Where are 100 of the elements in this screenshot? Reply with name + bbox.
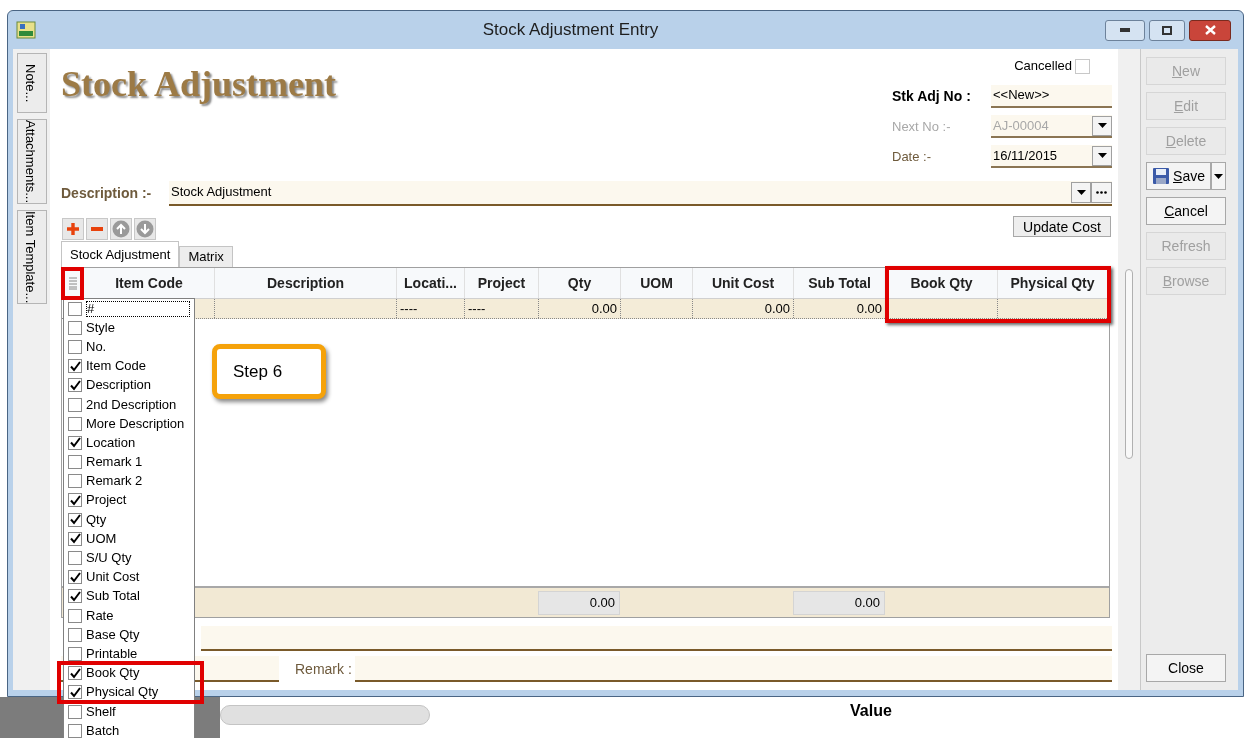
remove-row-button[interactable] (86, 218, 108, 240)
app-icon[interactable] (16, 20, 36, 40)
save-button[interactable]: Save (1146, 162, 1211, 190)
total-cell: 0.00 (538, 590, 620, 615)
checkbox[interactable] (68, 378, 82, 393)
text-field[interactable]: <<New>> (991, 84, 1112, 108)
checkbox[interactable] (68, 339, 82, 354)
checkbox[interactable] (68, 551, 82, 566)
check-icon (69, 514, 81, 526)
column-header[interactable]: Description (214, 268, 396, 298)
check-icon (69, 533, 81, 545)
check-icon (69, 590, 81, 602)
minimize-icon (1120, 28, 1130, 32)
menu-item[interactable]: Physical Qty (64, 685, 194, 700)
check-icon (69, 571, 81, 583)
menu-item[interactable]: Qty (64, 512, 194, 527)
cancelled-checkbox[interactable] (1075, 58, 1090, 74)
menu-item[interactable]: Location (64, 435, 194, 450)
plus-icon (67, 223, 79, 235)
menu-item[interactable]: Unit Cost (64, 570, 194, 585)
side-tab[interactable]: Note... (16, 53, 47, 113)
remark-field[interactable] (355, 656, 1112, 682)
description-field[interactable]: Stock Adjustment (169, 180, 1112, 206)
checkbox[interactable] (68, 493, 82, 508)
menu-item[interactable]: Remark 2 (64, 474, 194, 489)
menu-item[interactable]: S/U Qty (64, 551, 194, 566)
close-window-button[interactable]: Close (1146, 654, 1226, 682)
checkbox[interactable] (68, 531, 82, 546)
text-field[interactable] (201, 626, 1112, 651)
menu-item[interactable]: More Description (64, 416, 194, 431)
menu-item[interactable]: Sub Total (64, 589, 194, 604)
tab[interactable]: Matrix (179, 246, 233, 267)
column-header[interactable]: Physical Qty (997, 268, 1107, 298)
checkbox[interactable] (68, 589, 82, 604)
checkbox[interactable] (68, 397, 82, 412)
checkbox[interactable] (68, 301, 82, 316)
column-header[interactable]: UOM (620, 268, 692, 298)
ellipsis-icon (1096, 190, 1107, 194)
more-button[interactable] (1091, 181, 1112, 203)
highlight-frame (61, 267, 84, 300)
add-row-button[interactable] (62, 218, 84, 240)
side-tab[interactable]: Attachments... (16, 119, 47, 205)
move-down-button[interactable] (134, 218, 156, 240)
column-header[interactable]: Sub Total (793, 268, 885, 298)
table-cell: 0.00 (692, 299, 793, 318)
check-icon (69, 379, 81, 391)
menu-item[interactable]: Printable (64, 646, 194, 661)
menu-item[interactable]: Book Qty (64, 666, 194, 681)
tab[interactable]: Stock Adjustment (61, 241, 180, 267)
side-tab[interactable]: Item Template... (16, 210, 47, 305)
checkbox[interactable] (68, 570, 82, 585)
check-icon (69, 686, 81, 698)
checkbox[interactable] (68, 646, 82, 661)
menu-item[interactable]: Item Code (64, 359, 194, 374)
update-cost-button[interactable]: Update Cost (1013, 216, 1111, 237)
close-button[interactable] (1189, 19, 1231, 41)
move-up-button[interactable] (110, 218, 132, 240)
checkbox[interactable] (68, 359, 82, 374)
checkbox[interactable] (68, 455, 82, 470)
menu-item[interactable]: Base Qty (64, 627, 194, 642)
field-label: Stk Adj No : (892, 86, 972, 106)
column-header[interactable]: Locati... (396, 268, 464, 298)
checkbox[interactable] (68, 666, 82, 681)
checkbox[interactable] (68, 512, 82, 527)
save-menu-button[interactable] (1211, 162, 1226, 190)
field-label: Next No :- (892, 117, 952, 136)
column-header[interactable]: Book Qty (885, 268, 997, 298)
menu-item[interactable]: 2nd Description (64, 397, 194, 412)
menu-item[interactable]: Project (64, 493, 194, 508)
dropdown-button[interactable] (1071, 181, 1091, 203)
checkbox[interactable] (68, 416, 82, 431)
menu-item[interactable]: Style (64, 320, 194, 335)
maximize-button[interactable] (1149, 19, 1185, 41)
menu-item[interactable]: Shelf (64, 704, 194, 719)
checkbox[interactable] (68, 627, 82, 642)
window-title: Stock Adjustment Entry (481, 19, 660, 42)
column-header[interactable]: Project (464, 268, 538, 298)
caret-icon (1214, 173, 1223, 179)
text-field[interactable]: 16/11/2015 (991, 145, 1112, 168)
minimize-button[interactable] (1105, 19, 1145, 41)
checkbox[interactable] (68, 320, 82, 335)
column-header[interactable]: Qty (538, 268, 620, 298)
menu-item[interactable]: Rate (64, 608, 194, 623)
menu-item[interactable]: UOM (64, 531, 194, 546)
table-cell: ---- (464, 299, 538, 318)
scrollbar-thumb[interactable] (1125, 269, 1133, 459)
action-button[interactable]: Cancel (1146, 197, 1226, 225)
menu-item[interactable]: Remark 1 (64, 455, 194, 470)
checkbox[interactable] (68, 435, 82, 450)
background-caption: Value (850, 701, 892, 721)
menu-item[interactable]: Description (64, 378, 194, 393)
checkbox[interactable] (68, 474, 82, 489)
checkbox[interactable] (68, 608, 82, 623)
menu-item[interactable]: No. (64, 339, 194, 354)
checkbox[interactable] (68, 685, 82, 700)
dropdown-button[interactable] (1092, 145, 1112, 166)
checkbox[interactable] (68, 704, 82, 719)
column-header[interactable]: Unit Cost (692, 268, 793, 298)
menu-item[interactable]: Batch (64, 723, 194, 738)
checkbox[interactable] (68, 723, 82, 738)
